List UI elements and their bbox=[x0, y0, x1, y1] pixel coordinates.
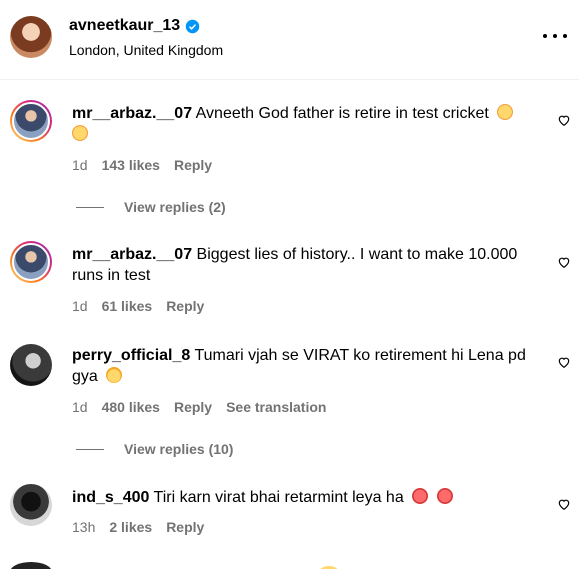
verified-badge-icon bbox=[185, 19, 200, 33]
flushed-face-emoji-icon bbox=[72, 125, 88, 141]
comment-username[interactable]: perry_official_8 bbox=[72, 347, 190, 364]
replies-divider-line bbox=[76, 448, 104, 450]
angry-face-emoji-icon bbox=[412, 488, 429, 504]
comment-text: mr__arbaz.__07 Biggest lies of history..… bbox=[72, 244, 542, 286]
comment-text: ind_s_400 Tiri karn virat bhai retarmint… bbox=[72, 487, 542, 508]
heart-icon[interactable] bbox=[557, 113, 571, 127]
more-options-icon[interactable] bbox=[543, 26, 567, 46]
comment-likes[interactable]: 61 likes bbox=[102, 298, 153, 314]
comment-time: 13h bbox=[72, 519, 96, 535]
view-replies-button[interactable]: View replies (10) bbox=[76, 441, 233, 457]
heart-icon[interactable] bbox=[557, 355, 571, 369]
comment-time: 1d bbox=[72, 399, 88, 415]
heart-icon[interactable] bbox=[557, 497, 571, 511]
next-commenter-avatar[interactable] bbox=[10, 562, 52, 569]
commenter-avatar[interactable] bbox=[10, 100, 52, 142]
comment-username[interactable]: mr__arbaz.__07 bbox=[72, 246, 192, 263]
comment-meta: 1d 143 likes Reply bbox=[72, 157, 212, 173]
comment-content: Tiri karn virat bhai retarmint leya ha bbox=[153, 489, 404, 506]
post-header: avneetkaur_13 London, United Kingdom bbox=[0, 0, 579, 80]
commenter-avatar[interactable] bbox=[10, 344, 52, 386]
comment-likes[interactable]: 2 likes bbox=[109, 519, 152, 535]
reply-button[interactable]: Reply bbox=[166, 519, 204, 535]
comment-meta: 1d 61 likes Reply bbox=[72, 298, 204, 314]
comment-meta: 1d 480 likes Reply See translation bbox=[72, 399, 326, 415]
flushed-face-emoji-icon bbox=[497, 104, 514, 120]
author-username[interactable]: avneetkaur_13 bbox=[69, 17, 180, 35]
author-username-row: avneetkaur_13 bbox=[69, 17, 200, 35]
commenter-avatar[interactable] bbox=[10, 484, 52, 526]
commenter-avatar[interactable] bbox=[10, 241, 52, 283]
replies-divider-line bbox=[76, 206, 104, 208]
reply-button[interactable]: Reply bbox=[166, 298, 204, 314]
heart-icon[interactable] bbox=[557, 255, 571, 269]
view-replies-label: View replies (10) bbox=[124, 441, 234, 457]
reply-button[interactable]: Reply bbox=[174, 157, 212, 173]
laughing-face-emoji-icon bbox=[106, 367, 123, 383]
reply-button[interactable]: Reply bbox=[174, 399, 212, 415]
post-location[interactable]: London, United Kingdom bbox=[69, 42, 223, 58]
comment-time: 1d bbox=[72, 157, 88, 173]
comment-likes[interactable]: 143 likes bbox=[102, 157, 160, 173]
comment-username[interactable]: mr__arbaz.__07 bbox=[72, 105, 192, 122]
comment-likes[interactable]: 480 likes bbox=[102, 399, 160, 415]
view-replies-label: View replies (2) bbox=[124, 199, 226, 215]
see-translation-button[interactable]: See translation bbox=[226, 399, 326, 415]
comment-text: mr__arbaz.__07 Avneeth God father is ret… bbox=[72, 103, 542, 145]
comment-meta: 13h 2 likes Reply bbox=[72, 519, 204, 535]
comment-text: perry_official_8 Tumari vjah se VIRAT ko… bbox=[72, 345, 542, 387]
comment-content: Avneeth God father is retire in test cri… bbox=[195, 105, 489, 122]
author-avatar[interactable] bbox=[10, 16, 52, 58]
comment-time: 1d bbox=[72, 298, 88, 314]
view-replies-button[interactable]: View replies (2) bbox=[76, 199, 226, 215]
comment-username[interactable]: ind_s_400 bbox=[72, 489, 149, 506]
angry-face-emoji-icon bbox=[436, 488, 453, 504]
